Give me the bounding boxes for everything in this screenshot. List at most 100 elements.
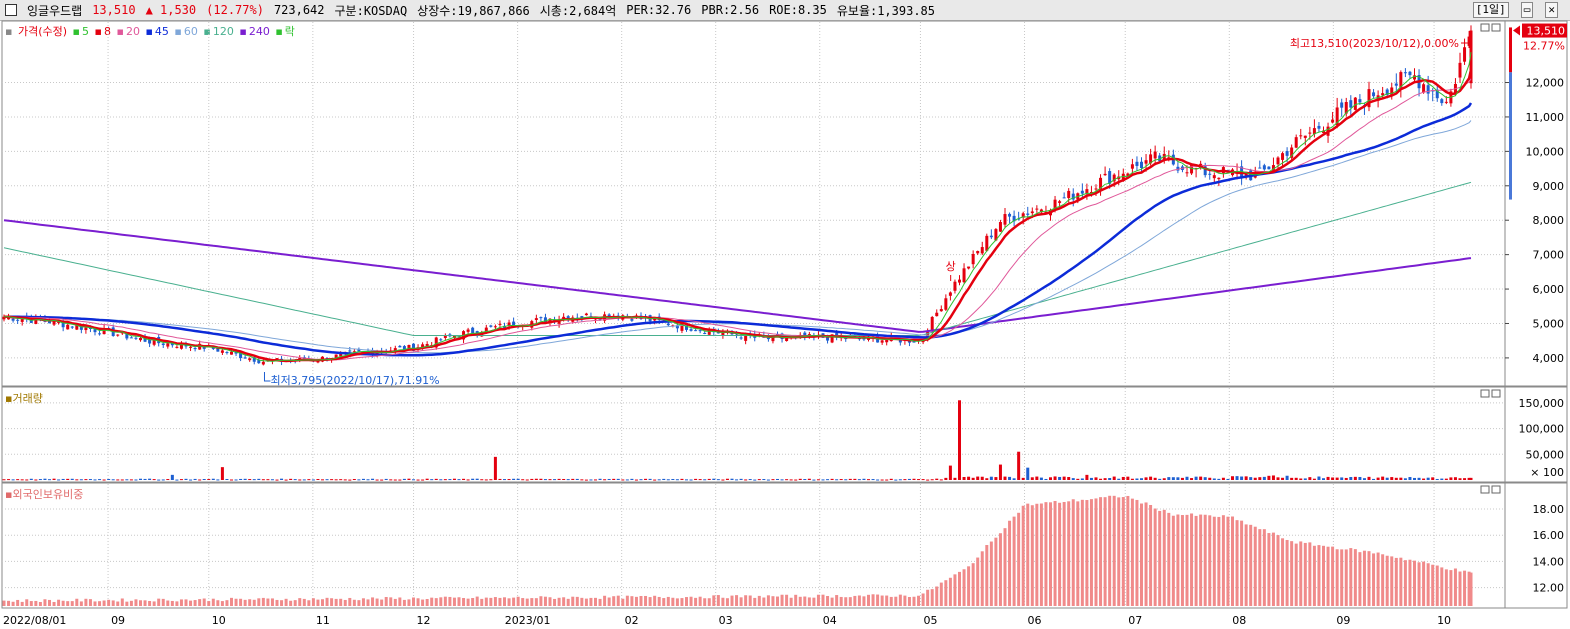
foreign-ownership-bar bbox=[88, 599, 92, 606]
volume-bar bbox=[721, 479, 725, 481]
volume-bar bbox=[48, 479, 51, 481]
foreign-ownership-bar bbox=[443, 596, 447, 606]
volume-bar bbox=[1094, 477, 1098, 480]
volume-bar bbox=[1413, 477, 1416, 480]
foreign-ownership-bar bbox=[1149, 504, 1153, 606]
foreign-ownership-bar bbox=[1030, 505, 1034, 606]
volume-bar bbox=[1376, 477, 1380, 480]
price-candle-body bbox=[1303, 135, 1307, 138]
foreign-ownership-bar bbox=[1049, 502, 1052, 606]
price-candle-body bbox=[1140, 161, 1143, 168]
foreign-ownership-bar bbox=[830, 597, 834, 606]
price-candle-body bbox=[1308, 132, 1312, 134]
price-candle-body bbox=[1331, 119, 1335, 123]
foreign-ownership-bar bbox=[1249, 524, 1253, 606]
volume-bar bbox=[848, 478, 852, 480]
volume-bar bbox=[1058, 476, 1062, 480]
foreign-ownership-bar bbox=[261, 597, 265, 606]
volume-bar bbox=[120, 479, 124, 481]
volume-tick-label: 50,000 bbox=[1526, 448, 1565, 461]
foreign-ownership-bar bbox=[694, 597, 698, 606]
volume-bar bbox=[1199, 476, 1203, 480]
foreign-ownership-bar bbox=[1253, 526, 1257, 606]
foreign-ownership-bar bbox=[152, 601, 156, 606]
volume-bar bbox=[876, 479, 880, 481]
price-candle-body bbox=[939, 309, 943, 312]
volume-bar bbox=[862, 478, 866, 480]
volume-bar bbox=[1039, 477, 1043, 480]
foreign-ownership-bar bbox=[434, 598, 438, 606]
volume-bar bbox=[16, 479, 20, 481]
foreign-ownership-bar bbox=[111, 600, 115, 606]
ma45-line bbox=[4, 102, 1473, 357]
volume-bar bbox=[311, 479, 315, 481]
foreign-ownership-bar bbox=[1121, 497, 1125, 606]
volume-bar bbox=[270, 479, 274, 481]
price-candle-body bbox=[1185, 172, 1189, 174]
foreign-ownership-bar bbox=[907, 597, 911, 606]
foreign-ownership-bar bbox=[1303, 542, 1307, 606]
volume-bar bbox=[1458, 478, 1462, 480]
foreign-ownership-bar bbox=[184, 599, 188, 606]
stock-chart[interactable]: 2022/08/01 09 10 11 12 2023/01 02 03 04 05 06 07 08 0… bbox=[0, 0, 1570, 629]
volume-bar bbox=[398, 479, 402, 481]
volume-bar bbox=[607, 478, 611, 480]
volume-bar bbox=[1271, 475, 1275, 480]
volume-bar bbox=[471, 478, 475, 480]
price-candle-body bbox=[84, 327, 88, 331]
volume-bar bbox=[111, 479, 115, 481]
volume-bar bbox=[1308, 477, 1312, 480]
foreign-ownership-bar bbox=[457, 597, 461, 606]
foreign-ownership-bar bbox=[675, 598, 679, 606]
volume-bar bbox=[907, 478, 911, 480]
volume-bar bbox=[880, 479, 884, 481]
foreign-ownership-bar bbox=[503, 597, 506, 606]
panel-maximize-icon bbox=[1491, 485, 1501, 494]
volume-bar bbox=[184, 478, 188, 480]
foreign-ownership-bar bbox=[862, 596, 866, 606]
volume-bar bbox=[998, 464, 1002, 480]
volume-bar bbox=[1012, 478, 1016, 480]
foreign-ownership-bar bbox=[216, 600, 220, 606]
foreign-ownership-bar bbox=[198, 599, 202, 606]
volume-bar bbox=[1026, 467, 1030, 480]
foreign-ownership-bar bbox=[753, 597, 757, 606]
volume-bar bbox=[380, 479, 384, 481]
foreign-ownership-bar bbox=[102, 600, 106, 606]
volume-bar bbox=[1099, 478, 1103, 480]
price-candle-body bbox=[1030, 211, 1034, 214]
volume-bar bbox=[944, 477, 948, 480]
volume-bar bbox=[657, 479, 661, 481]
price-candle-body bbox=[129, 337, 133, 339]
volume-bar bbox=[1030, 477, 1034, 480]
volume-bar bbox=[1085, 474, 1089, 480]
volume-bar bbox=[766, 479, 770, 481]
price-candle-body bbox=[489, 325, 493, 327]
foreign-ownership-bar bbox=[566, 598, 570, 606]
foreign-ownership-bar bbox=[1385, 555, 1389, 606]
date-tick-label: 08 bbox=[1232, 614, 1246, 627]
foreign-ownership-bar bbox=[621, 598, 625, 606]
volume-bar bbox=[989, 476, 993, 480]
upper-limit-marker: 상 bbox=[946, 260, 956, 273]
price-candle-body bbox=[1208, 173, 1212, 175]
foreign-ownership-bar bbox=[412, 597, 415, 606]
price-candle-body bbox=[1144, 160, 1148, 164]
volume-bar bbox=[589, 479, 593, 481]
volume-bar bbox=[175, 479, 179, 481]
foreign-ownership-bar bbox=[38, 601, 42, 606]
range-bar-blue bbox=[1509, 72, 1512, 200]
price-candle-body bbox=[1426, 85, 1430, 94]
volume-bar bbox=[821, 479, 825, 481]
volume-bar bbox=[1453, 477, 1457, 480]
foreign-ownership-bar bbox=[1376, 552, 1380, 606]
price-candle-body bbox=[980, 247, 984, 254]
foreign-ownership-bar bbox=[821, 594, 825, 606]
foreign-ownership-bar bbox=[512, 597, 516, 606]
foreign-ownership-bar bbox=[280, 600, 284, 606]
volume-bar bbox=[507, 479, 511, 481]
date-tick-label: 09 bbox=[1336, 614, 1350, 627]
volume-bar bbox=[393, 479, 397, 481]
price-candle-body bbox=[534, 318, 538, 321]
foreign-ownership-bar bbox=[1112, 495, 1116, 606]
